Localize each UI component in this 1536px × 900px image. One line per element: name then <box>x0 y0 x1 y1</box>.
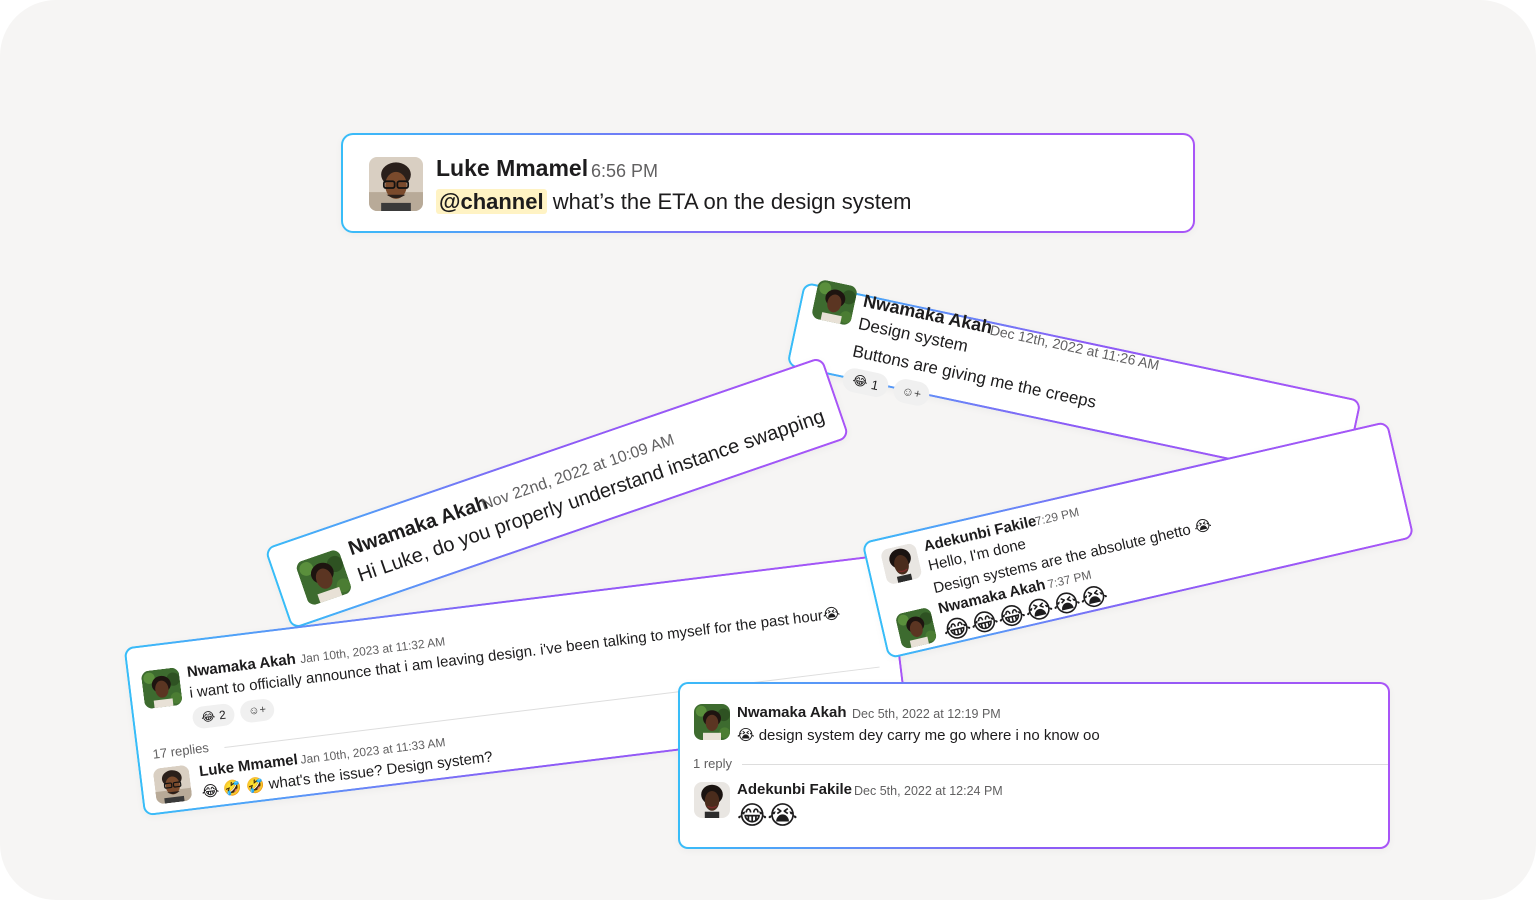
timestamp[interactable]: Dec 5th, 2022 at 12:19 PM <box>852 707 1001 721</box>
avatar[interactable] <box>694 704 730 740</box>
sob-icon: 😭 <box>821 604 842 625</box>
sob-icon: 😭 <box>737 726 755 744</box>
laugh-icon: 😂 <box>851 372 870 391</box>
message-text: Hi Luke, do you properly understand inst… <box>354 405 828 587</box>
sob-icon: 😭 <box>1192 515 1214 537</box>
reply-author-name[interactable]: Adekunbi Fakile <box>737 781 852 798</box>
reply-timestamp[interactable]: Dec 5th, 2022 at 12:24 PM <box>854 784 1003 798</box>
reaction-laugh[interactable]: 😂 2 <box>191 702 236 730</box>
message-text: @channel what’s the ETA on the design sy… <box>436 189 911 215</box>
avatar-image <box>811 279 858 326</box>
avatar[interactable] <box>895 607 938 650</box>
message-body: what’s the ETA on the design system <box>552 189 912 214</box>
add-reaction-button[interactable]: ☺+ <box>238 697 276 724</box>
avatar[interactable] <box>369 157 423 211</box>
avatar-image <box>694 782 730 818</box>
add-reaction-icon: ☺+ <box>900 383 923 402</box>
reply-avatar[interactable] <box>153 765 193 805</box>
laugh-icon: 😂 <box>200 708 217 725</box>
reaction-count: 1 <box>869 376 881 393</box>
avatar-image <box>141 667 183 709</box>
avatar[interactable] <box>811 279 858 326</box>
message-text: 😭 design system dey carry me go where i … <box>737 726 1100 744</box>
thread-divider <box>742 764 1388 765</box>
add-reaction-button[interactable]: ☺+ <box>891 376 932 408</box>
replies-count[interactable]: 17 replies <box>152 740 210 762</box>
timestamp[interactable]: 6:56 PM <box>591 161 658 182</box>
avatar-image <box>153 765 193 805</box>
message-card-eta[interactable]: Luke Mmamel 6:56 PM @channel what’s the … <box>341 133 1195 233</box>
canvas: Luke Mmamel 6:56 PM @channel what’s the … <box>0 0 1536 900</box>
emoji-message: 😂😭 <box>737 800 798 831</box>
reaction-laugh[interactable]: 😂 1 <box>840 366 891 400</box>
avatar[interactable] <box>880 542 923 585</box>
message-card-ghetto[interactable]: Adekunbi Fakile 7:29 PM Hello, I'm done … <box>861 420 1415 660</box>
reply-avatar[interactable] <box>694 782 730 818</box>
sob-icon: 😭 <box>767 801 798 831</box>
message-card-dey-carry[interactable]: Nwamaka Akah Dec 5th, 2022 at 12:19 PM 😭… <box>678 682 1390 849</box>
avatar[interactable] <box>141 667 183 709</box>
avatar-image <box>694 704 730 740</box>
add-reaction-icon: ☺+ <box>247 703 267 718</box>
author-name[interactable]: Nwamaka Akah <box>737 704 847 721</box>
avatar-image <box>295 548 353 606</box>
message-body: design system dey carry me go where i no… <box>758 727 1100 744</box>
avatar-image <box>880 542 923 585</box>
rofl-icon: 🤣 <box>244 775 266 796</box>
rofl-icon: 🤣 <box>222 778 243 799</box>
author-name[interactable]: Luke Mmamel <box>436 155 588 182</box>
laugh-icon: 😂 <box>200 781 221 802</box>
avatar-image <box>895 607 938 650</box>
reaction-count: 2 <box>218 707 227 723</box>
channel-mention[interactable]: @channel <box>436 189 547 214</box>
timestamp[interactable]: 7:29 PM <box>1034 505 1081 529</box>
sob-icon: 😭 <box>1077 580 1111 615</box>
avatar[interactable] <box>295 548 353 606</box>
timestamp[interactable]: Dec 12th, 2022 at 11:26 AM <box>989 322 1161 374</box>
laugh-icon: 😂 <box>737 801 768 831</box>
avatar-image <box>369 157 423 211</box>
replies-count[interactable]: 1 reply <box>693 756 732 771</box>
